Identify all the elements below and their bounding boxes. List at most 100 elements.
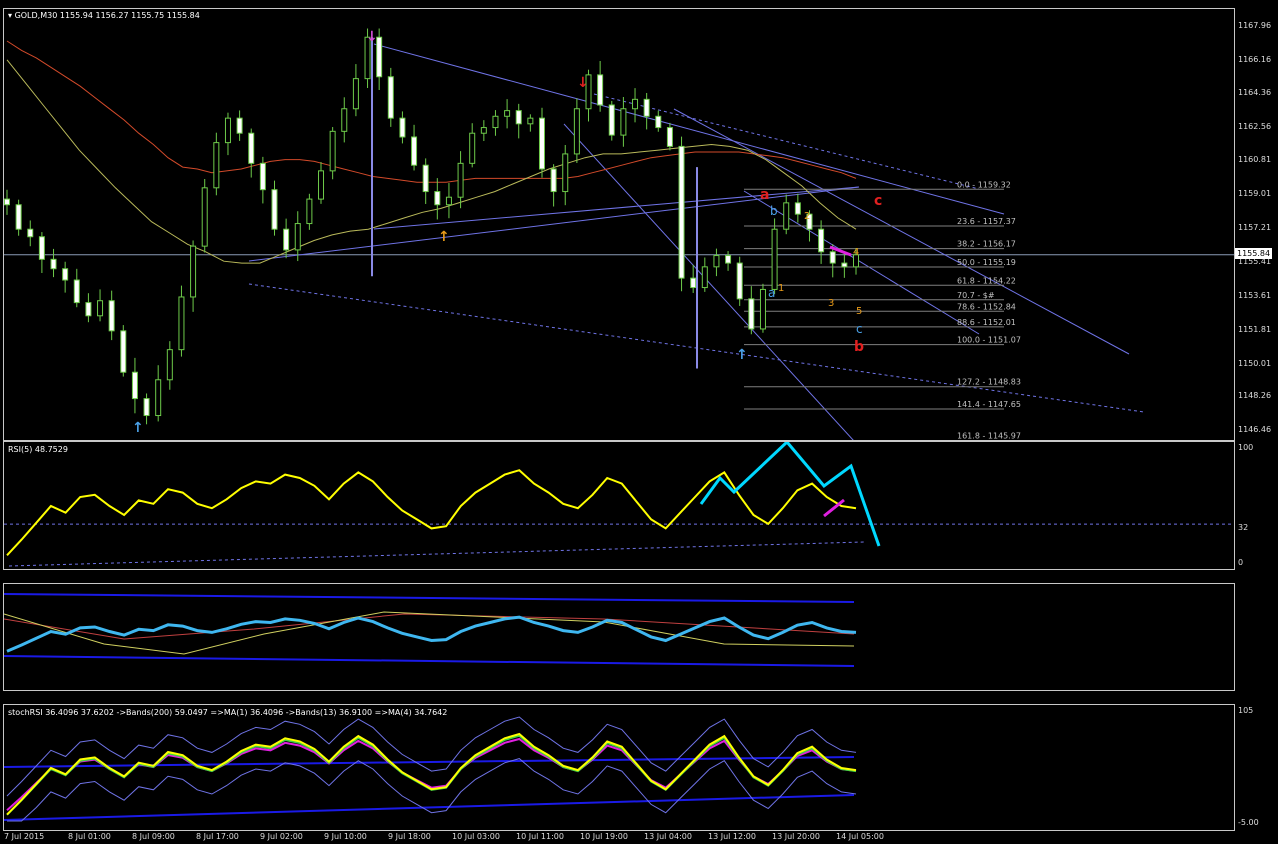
candle-body xyxy=(50,258,57,270)
wave-label: 3 xyxy=(828,298,834,309)
fib-level-label: 161.8 - 1145.97 xyxy=(957,432,1021,440)
stoch-level-top: 105 xyxy=(1238,706,1254,715)
candle-body xyxy=(445,196,452,206)
candle-body xyxy=(38,236,45,260)
candle-body xyxy=(271,189,278,230)
time-tick-label: 7 Jul 2015 xyxy=(4,832,45,841)
time-tick-label: 13 Jul 12:00 xyxy=(708,832,756,841)
price-tick-label: 1166.16 xyxy=(1238,54,1272,64)
candle-body xyxy=(550,168,557,193)
rsi-line xyxy=(6,469,857,556)
candle-body xyxy=(818,228,825,253)
bands-chart[interactable] xyxy=(4,584,1234,690)
candle-body xyxy=(457,162,464,198)
fib-level-label: 61.8 - 1154.22 xyxy=(957,276,1016,285)
stoch-level-bottom: -5.00 xyxy=(1238,818,1259,827)
time-axis: 7 Jul 2015 8 Jul 01:00 8 Jul 09:00 8 Jul 17… xyxy=(3,830,1233,844)
candle-body xyxy=(759,288,766,330)
rsi-level-0: 0 xyxy=(1238,558,1244,567)
stoch-band-lower xyxy=(4,794,855,821)
time-tick-label: 8 Jul 17:00 xyxy=(196,832,239,841)
candle-body xyxy=(643,98,650,117)
price-tick-label: 1162.56 xyxy=(1238,122,1272,132)
candle-body xyxy=(562,153,569,193)
bands-main-line xyxy=(6,615,857,653)
candle-body xyxy=(131,371,138,400)
fib-level-label: 141.4 - 1147.65 xyxy=(957,400,1021,409)
candle-body xyxy=(783,202,790,230)
candle-body xyxy=(399,117,406,138)
price-tick-label: 1150.01 xyxy=(1238,358,1272,368)
candle-body xyxy=(748,298,755,330)
price-tick-label: 1159.01 xyxy=(1238,189,1272,199)
fib-level-label: 0.0 - 1159.32 xyxy=(957,180,1011,189)
fractal-arrow-icon: ↑ xyxy=(132,420,144,436)
candle-body xyxy=(190,245,197,298)
fib-level-label: 127.2 - 1148.83 xyxy=(957,378,1021,387)
candle-body xyxy=(73,279,80,304)
candle-body xyxy=(283,228,290,251)
ma-mid-line xyxy=(6,59,857,264)
rsi-trendline xyxy=(8,541,865,567)
candle-body xyxy=(329,130,336,172)
stochrsi-chart[interactable] xyxy=(4,705,1234,830)
wave-label: c xyxy=(874,193,882,209)
price-tick-label: 1164.36 xyxy=(1238,88,1272,98)
candle-body xyxy=(794,202,801,215)
price-tick-label: 1160.81 xyxy=(1238,155,1272,165)
candle-body xyxy=(248,132,255,164)
rsi-chart[interactable] xyxy=(4,442,1234,569)
candle-body xyxy=(841,262,848,268)
candle-body xyxy=(736,262,743,300)
fib-level-label: 50.0 - 1155.19 xyxy=(957,258,1016,267)
price-tick-label: 1153.61 xyxy=(1238,290,1272,300)
price-tick-label: 1146.46 xyxy=(1238,425,1272,435)
price-pane[interactable]: ▾ GOLD,M30 1155.94 1156.27 1155.75 1155.… xyxy=(3,8,1235,441)
candle-body xyxy=(143,398,150,417)
bands-pane[interactable] xyxy=(3,583,1235,691)
candle-body xyxy=(27,228,34,238)
fractal-arrow-icon: ↑ xyxy=(438,229,450,245)
candle-body xyxy=(236,117,243,134)
time-tick-label: 13 Jul 04:00 xyxy=(644,832,692,841)
candle-body xyxy=(85,302,92,317)
candle-body xyxy=(224,117,231,144)
stoch-bb-upper xyxy=(6,716,857,797)
price-chart[interactable]: 0.0 - 1159.32 23.6 - 1157.37 38.2 - 1156.1… xyxy=(4,9,1234,440)
candle-body xyxy=(201,187,208,247)
candle-body xyxy=(666,127,673,147)
time-tick-label: 14 Jul 05:00 xyxy=(836,832,884,841)
candle-body xyxy=(294,223,301,251)
rsi-level-32: 32 xyxy=(1238,523,1249,532)
candle-body xyxy=(434,191,441,206)
fractal-arrow-icon: ↑ xyxy=(736,347,748,363)
stoch-band-upper xyxy=(4,756,855,768)
candle-body xyxy=(725,255,732,264)
candle-body xyxy=(492,115,499,129)
lower-band xyxy=(4,655,855,667)
candle-body xyxy=(504,110,511,117)
candle-body xyxy=(527,117,534,125)
time-tick-label: 13 Jul 20:00 xyxy=(772,832,820,841)
rsi-pane[interactable]: RSI(5) 48.7529 xyxy=(3,441,1235,570)
price-axis: 1167.96 1166.16 1164.36 1162.56 1160.81 1159.… xyxy=(1235,8,1278,439)
candle-body xyxy=(108,300,115,332)
time-tick-label: 9 Jul 18:00 xyxy=(388,832,431,841)
wave-label: 1 xyxy=(778,283,784,294)
candle-body xyxy=(620,108,627,136)
candle-body xyxy=(120,330,127,373)
candle-body xyxy=(690,277,697,289)
candle-body xyxy=(411,136,418,166)
candle-body xyxy=(515,110,522,125)
candle-body xyxy=(538,117,545,170)
wave-label: 2 xyxy=(804,211,810,222)
time-tick-label: 8 Jul 09:00 xyxy=(132,832,175,841)
candle-body xyxy=(15,204,22,230)
wave-label: 4 xyxy=(853,247,859,258)
time-tick-label: 10 Jul 11:00 xyxy=(516,832,564,841)
trendline xyxy=(673,108,1130,355)
candle-body xyxy=(306,198,313,225)
candle-body xyxy=(608,104,615,136)
candle-body xyxy=(213,142,220,189)
stochrsi-pane[interactable]: stochRSI 36.4096 37.6202 ->Bands(200) 59… xyxy=(3,704,1235,831)
